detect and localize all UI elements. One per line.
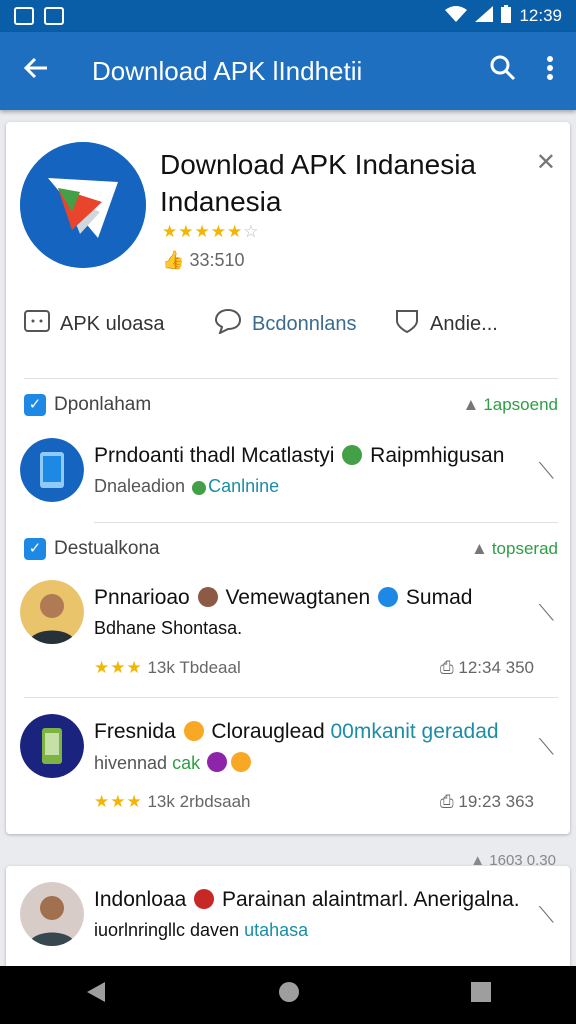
emoji-icon (342, 445, 363, 465)
section-tag: ▲ topserad (471, 539, 558, 558)
emoji-icon (378, 587, 399, 607)
notification-icon (44, 7, 64, 25)
notification-icon (14, 7, 34, 25)
emoji-icon (194, 889, 215, 909)
action-row: APK uloasa Bcdonnlans Andie... (24, 308, 554, 340)
overflow-icon[interactable]: ⟍ (539, 458, 554, 484)
apk-button[interactable]: APK uloasa (24, 309, 214, 339)
back-arrow-icon[interactable] (0, 54, 72, 88)
emoji-icon (231, 752, 252, 772)
nav-recents-icon[interactable] (471, 981, 491, 1009)
signal-icon (475, 5, 494, 27)
app-bar: Download APK lIndhetii (0, 32, 576, 110)
battery-icon (501, 4, 512, 28)
emoji-icon (197, 587, 218, 607)
avatar (20, 580, 84, 644)
app-bar-title: Download APK lIndhetii (92, 55, 363, 86)
status-time: 12:39 (519, 6, 562, 25)
nav-home-icon[interactable] (277, 980, 301, 1011)
close-icon[interactable]: ✕ (536, 148, 556, 177)
app-icon (20, 438, 84, 502)
shield-button[interactable]: Andie... (394, 308, 498, 340)
pin-icon: ▲ (462, 395, 480, 414)
section-header: ✓ Destualkona ▲ topserad (24, 538, 558, 560)
shield-icon (394, 308, 420, 340)
emoji-icon (207, 752, 228, 772)
wifi-icon (445, 5, 468, 27)
app-detail-card: Download APK Indanesia Indanesia ★★★★★☆ … (6, 122, 570, 834)
app-logo (20, 142, 146, 268)
download-icon: ⎙ (440, 792, 454, 811)
pin-icon: ▲ (471, 539, 488, 558)
nav-back-icon[interactable] (85, 980, 107, 1011)
emoji-icon (183, 721, 204, 741)
more-vert-icon[interactable] (546, 55, 554, 88)
app-title: Download APK Indanesia Indanesia (160, 149, 476, 217)
thumb-up-icon: 👍 (162, 250, 185, 270)
check-icon: ✓ (24, 538, 46, 560)
search-icon[interactable] (490, 55, 516, 88)
rating-stars: ★★★ (94, 658, 143, 677)
comment-icon (214, 308, 242, 340)
overflow-icon[interactable]: ⟍ (539, 902, 554, 928)
overflow-icon[interactable]: ⟍ (539, 734, 554, 760)
download-icon: ⎙ (440, 658, 454, 677)
app-icon (20, 714, 84, 778)
comments-button[interactable]: Bcdonnlans (214, 308, 394, 340)
section-tag: ▲ 1apsoend (462, 395, 558, 414)
divider (94, 522, 558, 523)
card-tag: ▲ 1603 0.30 (470, 852, 556, 869)
section-header: ✓ Dponlaham ▲ 1apsoend (24, 394, 558, 416)
check-icon: ✓ (24, 394, 46, 416)
refresh-icon (192, 481, 207, 495)
apk-icon (24, 309, 50, 339)
divider (24, 378, 558, 379)
status-bar: 12:39 (0, 0, 576, 32)
divider (24, 697, 558, 698)
avatar (20, 882, 84, 946)
rating-stars: ★★★ (94, 792, 143, 811)
system-nav-bar (0, 966, 576, 1024)
overflow-icon[interactable]: ⟍ (539, 600, 554, 626)
rating-stars: ★★★★★☆ (162, 222, 260, 241)
likes-count: 👍 33:510 (162, 250, 245, 270)
